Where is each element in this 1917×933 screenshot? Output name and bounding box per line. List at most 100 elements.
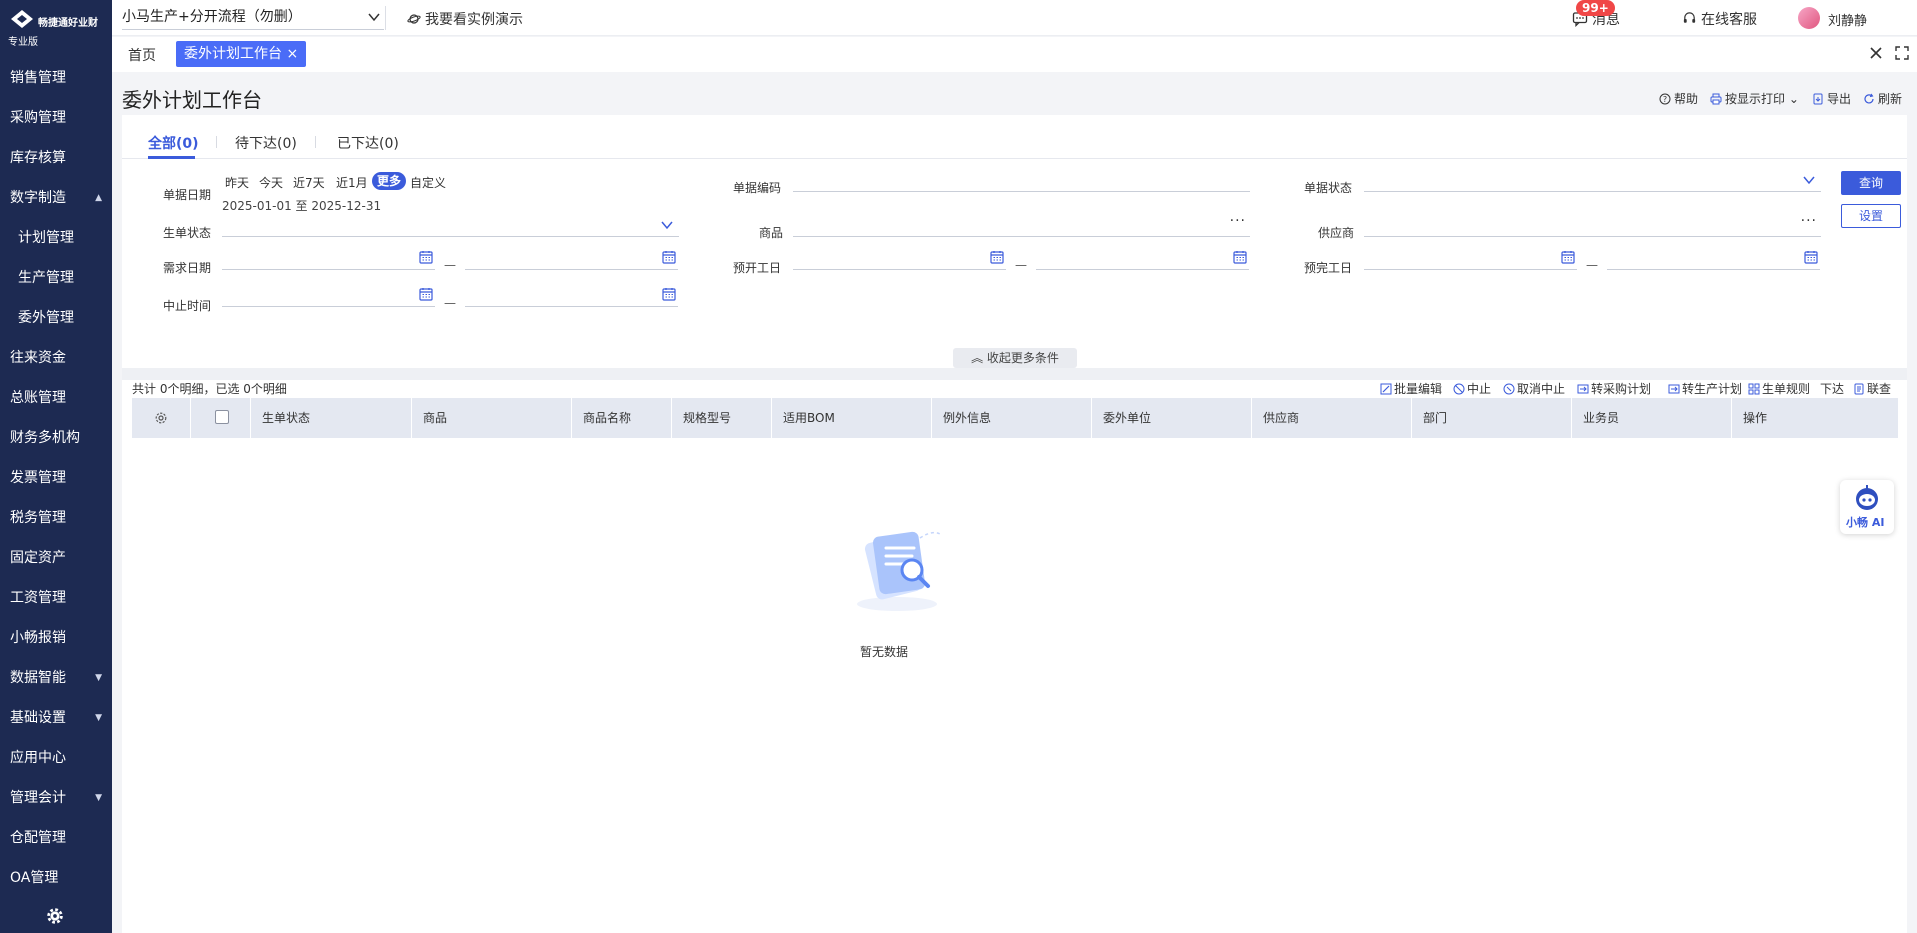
date-chip-yesterday[interactable]: 昨天 [225, 174, 249, 191]
collapse-filters-button[interactable]: ︽ 收起更多条件 [953, 348, 1077, 368]
header-cell [191, 398, 251, 438]
logo[interactable]: 畅捷通好业财 专业版 [0, 0, 112, 48]
sidebar-item-tax[interactable]: 税务管理 [0, 498, 112, 538]
gen-status-select[interactable] [222, 213, 679, 237]
tab-pending[interactable]: 待下达(0) [235, 133, 297, 153]
sidebar-item-outsourcing[interactable]: 委外管理 [0, 298, 112, 338]
col-salesperson[interactable]: 业务员 [1572, 398, 1732, 438]
stop-time-start[interactable] [222, 283, 435, 307]
supplier-input[interactable]: ··· [1364, 213, 1821, 237]
doc-status-select[interactable] [1364, 168, 1821, 192]
sidebar-item-mgmt-accounting[interactable]: 管理会计 ▼ [0, 778, 112, 818]
sidebar-item-expense[interactable]: 小畅报销 [0, 618, 112, 658]
sidebar-item-payroll[interactable]: 工资管理 [0, 578, 112, 618]
release-button[interactable]: 下达 [1820, 380, 1844, 397]
ai-assistant-button[interactable]: 小畅 AI [1840, 480, 1894, 534]
sidebar-item-inventory[interactable]: 库存核算 [0, 138, 112, 178]
avatar[interactable] [1798, 7, 1820, 29]
sidebar-item-planning[interactable]: 计划管理 [0, 218, 112, 258]
more-icon[interactable]: ··· [1801, 213, 1817, 229]
demand-date-end[interactable] [465, 246, 678, 270]
sidebar-item-oa[interactable]: OA管理 [0, 858, 112, 898]
robot-icon [1856, 485, 1878, 510]
query-link-button[interactable]: 联查 [1853, 380, 1891, 397]
online-service-button[interactable]: 在线客服 [1682, 9, 1757, 29]
plan-start-from[interactable] [793, 246, 1006, 270]
sidebar-item-multi-org[interactable]: 财务多机构 [0, 418, 112, 458]
export-button[interactable]: 导出 [1812, 90, 1851, 107]
tab-home[interactable]: 首页 [128, 45, 156, 65]
refresh-button[interactable]: 刷新 [1863, 90, 1902, 107]
col-spec[interactable]: 规格型号 [672, 398, 772, 438]
plan-end-to[interactable] [1607, 246, 1820, 270]
settings-button[interactable]: 设置 [1841, 204, 1901, 228]
sidebar-item-fixed-assets[interactable]: 固定资产 [0, 538, 112, 578]
user-name[interactable]: 刘静静 [1828, 10, 1867, 29]
col-bom[interactable]: 适用BOM [772, 398, 932, 438]
sidebar-item-funds[interactable]: 往来资金 [0, 338, 112, 378]
plan-start-to[interactable] [1036, 246, 1249, 270]
sidebar-item-data-intel[interactable]: 数据智能 ▼ [0, 658, 112, 698]
planet-icon [407, 14, 421, 24]
date-chip-today[interactable]: 今天 [259, 174, 283, 191]
project-select[interactable]: 小马生产+分开流程（勿删） [122, 4, 384, 30]
brand-logo-icon [11, 10, 33, 28]
close-icon[interactable] [1869, 46, 1883, 60]
col-outsourcing-unit[interactable]: 委外单位 [1092, 398, 1252, 438]
stop-time-end[interactable] [465, 283, 678, 307]
sidebar-item-purchase[interactable]: 采购管理 [0, 98, 112, 138]
calendar-icon [419, 251, 433, 264]
sidebar-item-warehouse[interactable]: 仓配管理 [0, 818, 112, 858]
demand-date-start[interactable] [222, 246, 435, 270]
sidebar-item-sales[interactable]: 销售管理 [0, 58, 112, 98]
query-button[interactable]: 查询 [1841, 171, 1901, 195]
date-chip-custom[interactable]: 自定义 [410, 174, 446, 191]
sidebar: 畅捷通好业财 专业版 销售管理 采购管理 库存核算 数字制造 ▲ 计划管理 生产管… [0, 0, 112, 933]
doc-date-label: 单据日期 [163, 188, 212, 202]
calendar-icon [662, 251, 676, 264]
cancel-stop-button[interactable]: 取消中止 [1503, 380, 1565, 397]
help-button[interactable]: ? 帮助 [1659, 90, 1698, 107]
col-supplier[interactable]: 供应商 [1252, 398, 1412, 438]
date-range-value: 2025-01-01 至 2025-12-31 [222, 199, 382, 213]
tab-all[interactable]: 全部(0) [148, 133, 199, 153]
chevron-down-icon: ▼ [95, 793, 102, 803]
date-chip-1month[interactable]: 近1月 [336, 174, 368, 191]
to-production-plan-button[interactable]: 转生产计划 [1668, 380, 1742, 397]
col-exception[interactable]: 例外信息 [932, 398, 1092, 438]
sidebar-item-basic-settings[interactable]: 基础设置 ▼ [0, 698, 112, 738]
gear-icon[interactable] [44, 905, 66, 927]
sidebar-item-production[interactable]: 生产管理 [0, 258, 112, 298]
stop-button[interactable]: 中止 [1453, 380, 1491, 397]
status-tabs: 全部(0) 待下达(0) 已下达(0) [122, 115, 1907, 159]
calendar-icon [419, 288, 433, 301]
tab-bar: 首页 委外计划工作台 × [112, 37, 1917, 72]
col-gen-status[interactable]: 生单状态 [251, 398, 412, 438]
tab-released[interactable]: 已下达(0) [337, 133, 399, 153]
demo-link[interactable]: 我要看实例演示 [407, 9, 523, 29]
col-product-name[interactable]: 商品名称 [572, 398, 672, 438]
plan-end-from[interactable] [1364, 246, 1577, 270]
batch-edit-button[interactable]: 批量编辑 [1380, 380, 1442, 397]
product-input[interactable]: ··· [793, 213, 1250, 237]
range-dash: — [1586, 258, 1598, 272]
more-icon[interactable]: ··· [1230, 213, 1246, 229]
close-tab-icon[interactable]: × [286, 46, 298, 62]
gen-rules-button[interactable]: 生单规则 [1748, 380, 1810, 397]
sidebar-item-invoice[interactable]: 发票管理 [0, 458, 112, 498]
date-chip-more[interactable]: 更多 [372, 172, 407, 190]
sidebar-item-app-center[interactable]: 应用中心 [0, 738, 112, 778]
to-purchase-plan-button[interactable]: 转采购计划 [1577, 380, 1651, 397]
doc-code-input[interactable] [793, 168, 1250, 192]
col-department[interactable]: 部门 [1412, 398, 1572, 438]
col-product[interactable]: 商品 [412, 398, 572, 438]
fullscreen-icon[interactable] [1895, 46, 1909, 60]
stop-time-label: 中止时间 [163, 299, 212, 313]
sidebar-item-manufacturing[interactable]: 数字制造 ▲ [0, 178, 112, 218]
help-icon: ? [1659, 93, 1671, 105]
print-button[interactable]: 按显示打印 ⌄ [1710, 90, 1799, 107]
date-chip-7days[interactable]: 近7天 [293, 174, 325, 191]
table-header: 生单状态 商品 商品名称 规格型号 适用BOM 例外信息 委外单位 供应商 部门… [132, 398, 1898, 438]
tab-outsourcing-workbench[interactable]: 委外计划工作台 × [176, 41, 307, 67]
sidebar-item-ledger[interactable]: 总账管理 [0, 378, 112, 418]
